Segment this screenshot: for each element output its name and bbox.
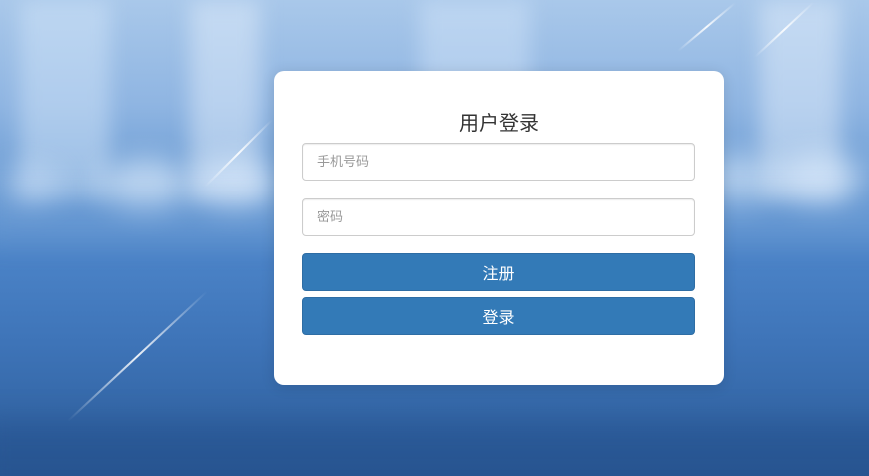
bg-floor-band (0, 420, 869, 476)
login-card: 用户登录 注册 登录 (274, 71, 724, 385)
bg-light-blob (775, 155, 865, 205)
bg-light-blob (0, 165, 60, 205)
phone-number-input[interactable] (302, 143, 695, 181)
login-title: 用户登录 (459, 111, 539, 135)
login-button[interactable]: 登录 (302, 297, 695, 335)
bg-light-streak (677, 2, 737, 52)
password-input[interactable] (302, 198, 695, 236)
register-button[interactable]: 注册 (302, 253, 695, 291)
bg-light-streak (67, 290, 208, 422)
